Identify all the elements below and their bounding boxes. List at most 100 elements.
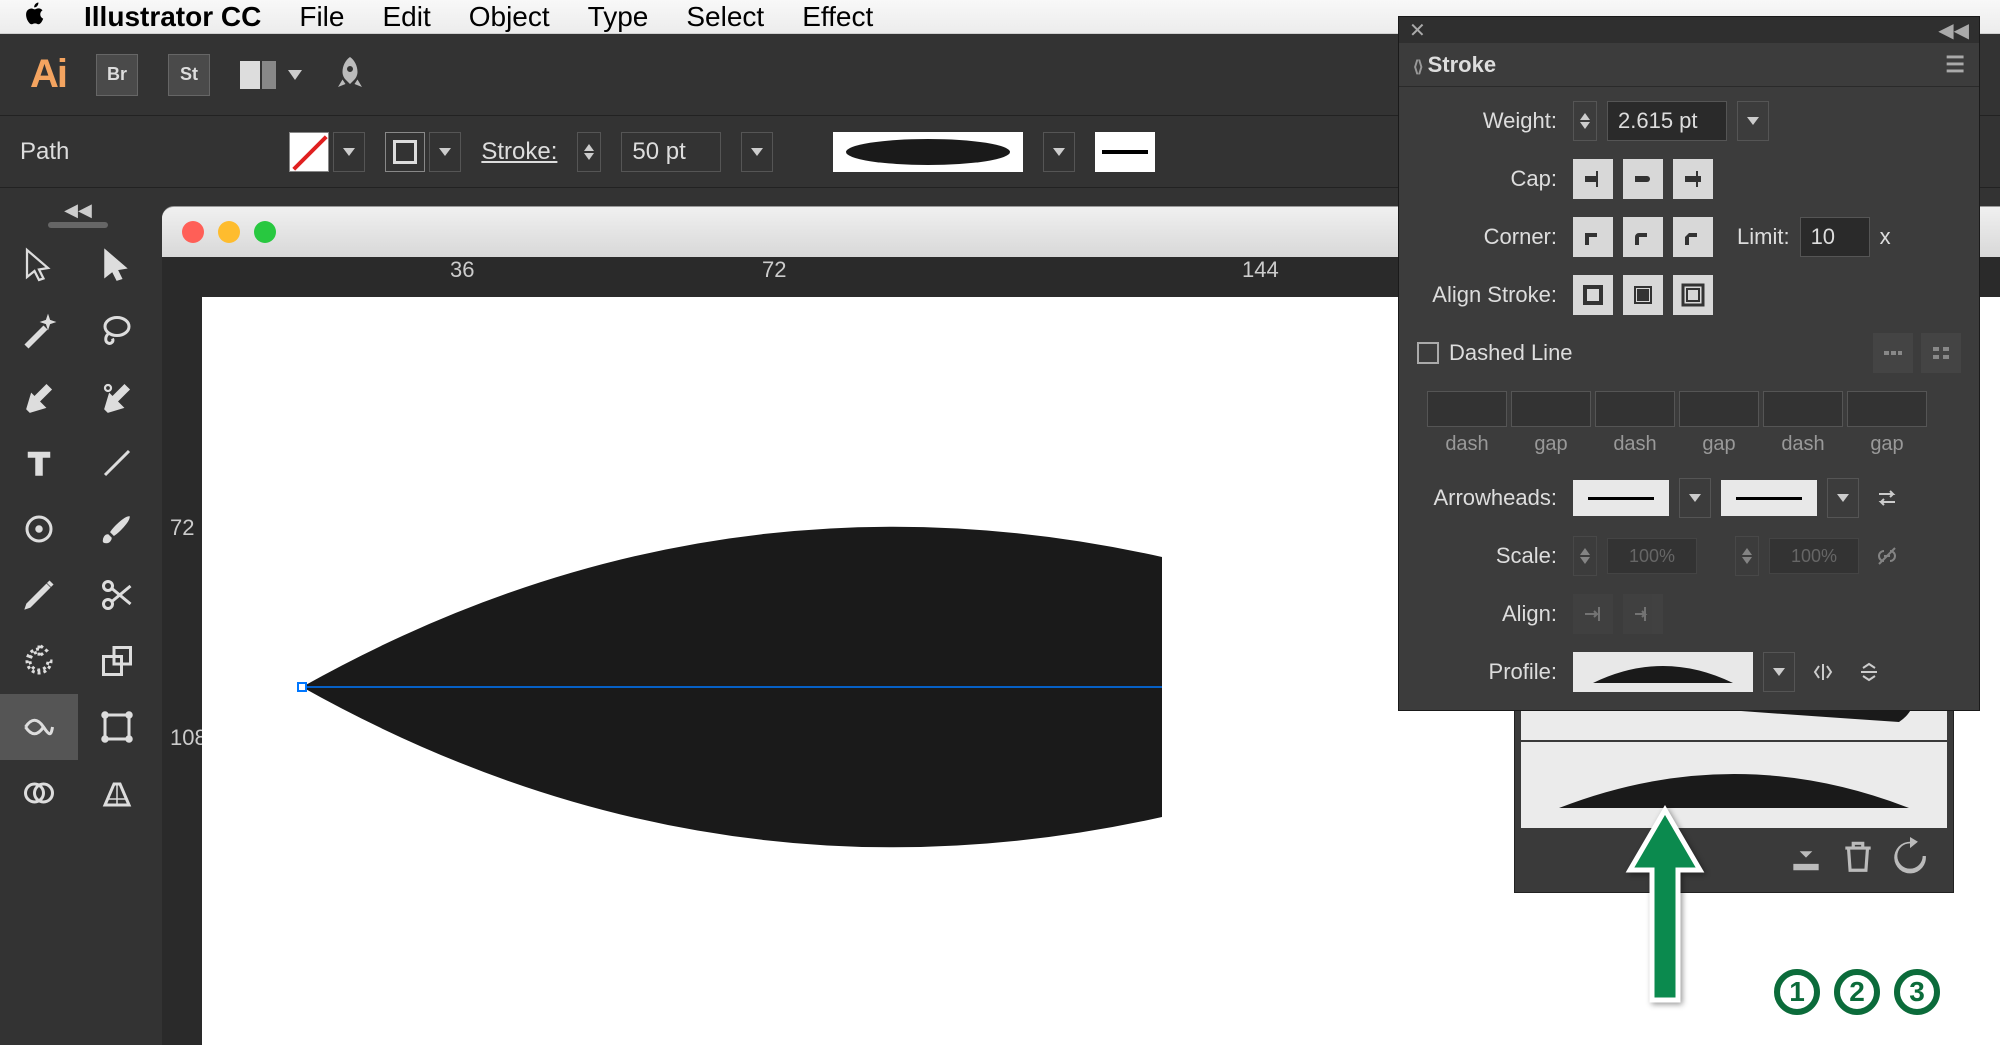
fill-control[interactable]: [289, 132, 365, 172]
weight-dropdown[interactable]: [1737, 101, 1769, 141]
save-profile-icon[interactable]: [1787, 837, 1825, 880]
dash-preserve-button[interactable]: [1873, 333, 1913, 373]
apple-icon[interactable]: [20, 0, 46, 35]
lasso-tool[interactable]: [78, 298, 156, 364]
menu-edit[interactable]: Edit: [382, 1, 430, 33]
swap-arrowheads-icon[interactable]: [1869, 480, 1905, 516]
direct-selection-tool[interactable]: [78, 232, 156, 298]
menu-object[interactable]: Object: [469, 1, 550, 33]
delete-profile-icon[interactable]: [1839, 837, 1877, 880]
menu-type[interactable]: Type: [588, 1, 649, 33]
width-profile-preview[interactable]: [833, 132, 1023, 172]
ellipse-tool[interactable]: [0, 496, 78, 562]
flip-along-icon[interactable]: [1805, 654, 1841, 690]
link-scale-icon[interactable]: [1869, 538, 1905, 574]
anchor-point[interactable]: [297, 682, 307, 692]
gap-input-2[interactable]: [1679, 391, 1759, 427]
weight-stepper[interactable]: [1573, 101, 1597, 141]
corner-miter-button[interactable]: [1573, 217, 1613, 257]
stroke-control[interactable]: [385, 132, 461, 172]
align-outside-button[interactable]: [1673, 275, 1713, 315]
menu-effect[interactable]: Effect: [802, 1, 873, 33]
app-name-menu[interactable]: Illustrator CC: [84, 1, 261, 33]
tools-collapse-toggle[interactable]: ◀◀: [0, 198, 156, 222]
collapse-panel-icon[interactable]: ◀◀: [1938, 18, 1969, 43]
stroke-panel-tab[interactable]: ⟨⟩ Stroke ☰: [1399, 43, 1979, 87]
arrowhead-start[interactable]: [1573, 480, 1669, 516]
zoom-window-button[interactable]: [254, 221, 276, 243]
line-tool[interactable]: [78, 430, 156, 496]
cap-projecting-button[interactable]: [1673, 159, 1713, 199]
dash-input-2[interactable]: [1595, 391, 1675, 427]
bridge-button[interactable]: Br: [96, 54, 138, 96]
fill-swatch-none[interactable]: [289, 132, 329, 172]
arrowhead-end[interactable]: [1721, 480, 1817, 516]
workspace-layout-picker[interactable]: [240, 61, 302, 89]
profile-width-6[interactable]: [1521, 742, 1947, 828]
paintbrush-tool[interactable]: [78, 496, 156, 562]
stroke-weight-input[interactable]: 50 pt: [621, 132, 721, 172]
arrowhead-start-dropdown[interactable]: [1679, 478, 1711, 518]
menu-file[interactable]: File: [299, 1, 344, 33]
dash-input-3[interactable]: [1763, 391, 1843, 427]
dash-gap-inputs[interactable]: [1427, 391, 1961, 427]
fill-dropdown[interactable]: [333, 132, 365, 172]
gap-input-1[interactable]: [1511, 391, 1591, 427]
scissors-tool[interactable]: [78, 562, 156, 628]
stroke-weight-stepper[interactable]: [577, 132, 601, 172]
panel-grip-icon: ⟨⟩: [1413, 59, 1421, 76]
close-panel-icon[interactable]: ✕: [1409, 18, 1426, 43]
menu-select[interactable]: Select: [686, 1, 764, 33]
free-transform-tool[interactable]: [78, 694, 156, 760]
stroke-weight-dropdown[interactable]: [741, 132, 773, 172]
dashed-line-checkbox[interactable]: [1417, 342, 1439, 364]
arrow-align-extend-button[interactable]: [1573, 594, 1613, 634]
minimize-window-button[interactable]: [218, 221, 240, 243]
type-tool[interactable]: [0, 430, 78, 496]
selected-path[interactable]: [262, 477, 1162, 922]
width-tool[interactable]: [0, 694, 78, 760]
curvature-tool[interactable]: [78, 364, 156, 430]
weight-input[interactable]: 2.615 pt: [1607, 101, 1727, 141]
reset-profiles-icon[interactable]: [1891, 837, 1929, 880]
brush-definition-preview[interactable]: [1095, 132, 1155, 172]
align-center-button[interactable]: [1573, 275, 1613, 315]
close-window-button[interactable]: [182, 221, 204, 243]
gpu-preview-icon[interactable]: [332, 54, 368, 95]
selection-tool[interactable]: [0, 232, 78, 298]
cap-round-button[interactable]: [1623, 159, 1663, 199]
corner-round-button[interactable]: [1623, 217, 1663, 257]
pen-tool[interactable]: [0, 364, 78, 430]
stroke-swatch[interactable]: [385, 132, 425, 172]
dash-align-button[interactable]: [1921, 333, 1961, 373]
stroke-label[interactable]: Stroke:: [481, 138, 557, 166]
perspective-tool[interactable]: [78, 760, 156, 826]
arrow-align-tip-button[interactable]: [1623, 594, 1663, 634]
scale-label: Scale:: [1417, 543, 1557, 569]
limit-input[interactable]: 10: [1800, 217, 1870, 257]
panel-menu-icon[interactable]: ☰: [1945, 52, 1965, 78]
profile-preview-stroke-panel[interactable]: [1573, 652, 1753, 692]
rotate-tool[interactable]: [0, 628, 78, 694]
stroke-dropdown[interactable]: [429, 132, 461, 172]
stock-button[interactable]: St: [168, 54, 210, 96]
align-stroke-label: Align Stroke:: [1417, 282, 1557, 308]
corner-bevel-button[interactable]: [1673, 217, 1713, 257]
pencil-tool[interactable]: [0, 562, 78, 628]
align-inside-button[interactable]: [1623, 275, 1663, 315]
shape-builder-tool[interactable]: [0, 760, 78, 826]
dash-input-1[interactable]: [1427, 391, 1507, 427]
flip-across-icon[interactable]: [1851, 654, 1887, 690]
vertical-ruler[interactable]: 72 108: [162, 297, 202, 1045]
panel-frame-top[interactable]: ✕ ◀◀: [1399, 17, 1979, 43]
gap-input-3[interactable]: [1847, 391, 1927, 427]
callout-3: 3: [1894, 969, 1940, 1015]
profile-dropdown[interactable]: [1763, 652, 1795, 692]
scale-tool[interactable]: [78, 628, 156, 694]
width-profile-dropdown[interactable]: [1043, 132, 1075, 172]
stroke-panel: ✕ ◀◀ ⟨⟩ Stroke ☰ Weight: 2.615 pt Cap: C…: [1398, 16, 1980, 711]
cap-butt-button[interactable]: [1573, 159, 1613, 199]
magic-wand-tool[interactable]: [0, 298, 78, 364]
arrowhead-end-dropdown[interactable]: [1827, 478, 1859, 518]
ruler-mark: 108: [170, 727, 190, 749]
